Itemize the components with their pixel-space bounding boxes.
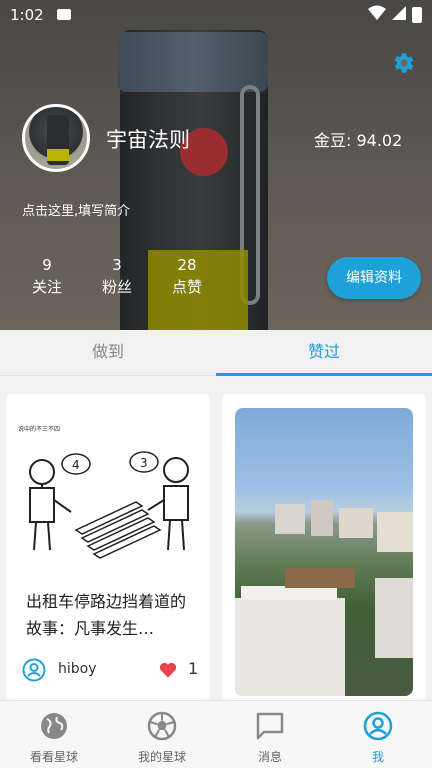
globe-icon <box>41 713 67 739</box>
heart-icon[interactable] <box>158 660 178 680</box>
nav-explore[interactable]: 看看星球 <box>0 701 108 768</box>
author-name[interactable]: hiboy <box>58 661 97 677</box>
image-notification-icon <box>57 9 71 20</box>
nav-me[interactable]: 我 <box>324 701 432 768</box>
post-card[interactable] <box>222 394 426 700</box>
stat-value: 9 <box>42 256 52 274</box>
nav-my-planet[interactable]: 我的星球 <box>108 701 216 768</box>
stat-label: 关注 <box>31 278 62 296</box>
active-tab-indicator <box>216 373 432 376</box>
message-icon <box>256 712 284 740</box>
avatar-logo <box>47 149 69 161</box>
comic-image: 4 3 <box>29 451 189 559</box>
content-tabs: 做到 赞过 <box>0 330 432 376</box>
edit-profile-button[interactable]: 编辑资料 <box>327 257 421 299</box>
status-bar: 1:02 <box>0 0 432 30</box>
profile-screen: 1:02 宇宙法则 金豆: 94.02 点击这里,填写简介 9 关注 3 粉丝 … <box>0 0 432 768</box>
stat-label: 点赞 <box>171 278 202 296</box>
battery-icon <box>412 7 422 23</box>
coin-balance: 金豆: 94.02 <box>314 131 403 150</box>
stat-label: 粉丝 <box>101 278 132 296</box>
stat-following[interactable]: 9 关注 <box>17 256 77 300</box>
profile-icon <box>363 711 393 741</box>
stat-likes[interactable]: 28 点赞 <box>157 256 217 300</box>
post-card[interactable]: 说中的不三不四 4 3 出租车停路边挡着道的故事：凡事发生… hiboy 1 <box>6 394 210 700</box>
nav-label: 我 <box>371 750 384 764</box>
signal-icon <box>392 6 406 20</box>
username: 宇宙法则 <box>106 128 190 152</box>
stat-followers[interactable]: 3 粉丝 <box>87 256 147 300</box>
bottom-navigation: 看看星球 我的星球 消息 我 <box>0 700 432 768</box>
stat-value: 28 <box>177 256 197 274</box>
nav-label: 消息 <box>257 750 282 764</box>
settings-gear-icon[interactable] <box>390 50 416 76</box>
status-time: 1:02 <box>10 6 44 24</box>
profile-header: 1:02 宇宙法则 金豆: 94.02 点击这里,填写简介 9 关注 3 粉丝 … <box>0 0 432 330</box>
post-photo <box>235 408 413 696</box>
bubble-left-text: 4 <box>72 458 80 472</box>
avatar[interactable] <box>22 104 90 172</box>
nav-label: 我的星球 <box>137 750 186 764</box>
like-count: 1 <box>188 659 199 678</box>
nav-messages[interactable]: 消息 <box>216 701 324 768</box>
author-avatar-icon[interactable] <box>22 658 46 682</box>
ball-icon <box>147 711 177 741</box>
nav-label: 看看星球 <box>29 750 78 764</box>
tab-done[interactable]: 做到 <box>0 330 216 376</box>
wifi-icon <box>368 5 386 20</box>
bubble-right-text: 3 <box>140 456 148 470</box>
bio-prompt[interactable]: 点击这里,填写简介 <box>22 200 130 219</box>
post-title: 出租车停路边挡着道的故事：凡事发生… <box>26 592 187 638</box>
tab-liked[interactable]: 赞过 <box>216 330 432 376</box>
stat-value: 3 <box>112 256 122 274</box>
